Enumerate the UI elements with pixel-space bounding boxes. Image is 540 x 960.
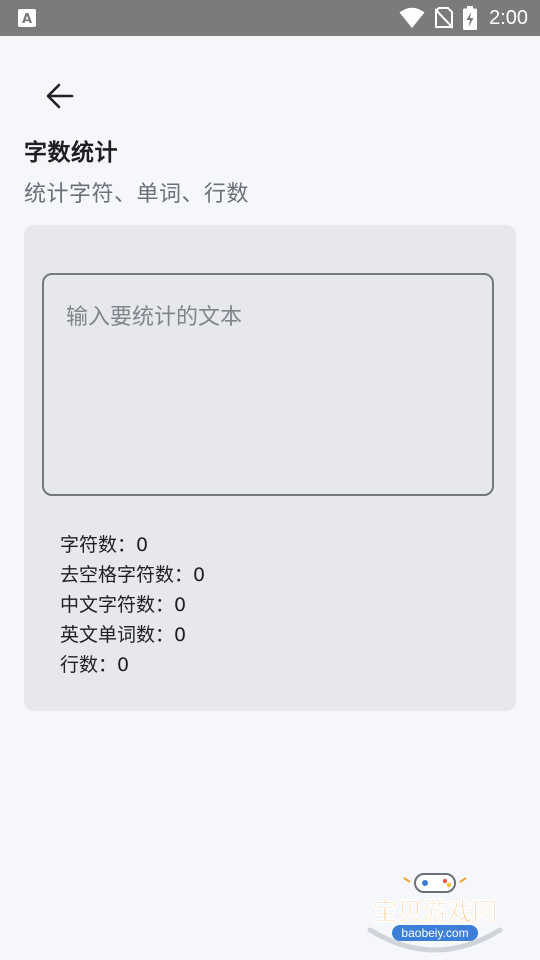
stat-label: 字符数： [60, 534, 137, 556]
wifi-icon [399, 7, 425, 28]
arrow-left-icon [46, 83, 74, 109]
stat-value: 0 [193, 564, 206, 586]
status-bar: A 2:00 [0, 0, 540, 36]
stat-value: 0 [136, 534, 149, 556]
status-time: 2:00 [489, 6, 528, 29]
battery-charging-icon [463, 6, 478, 30]
stat-lines: 行数： 0 [60, 650, 205, 680]
stat-characters-no-spaces: 去空格字符数： 0 [60, 560, 205, 590]
stat-label: 中文字符数： [60, 594, 175, 616]
stat-chinese-characters: 中文字符数： 0 [60, 590, 205, 620]
notification-a-icon: A [18, 9, 36, 27]
stat-label: 行数： [60, 654, 118, 676]
stats-list: 字符数： 0 去空格字符数： 0 中文字符数： 0 英文单词数： 0 行数： 0 [60, 530, 205, 680]
watermark-url: baobeiy.com [401, 926, 468, 940]
svg-text:A: A [22, 12, 32, 27]
stat-label: 英文单词数： [60, 624, 175, 646]
stat-label: 去空格字符数： [60, 564, 194, 586]
watermark-title: 宝贝游戏网 [372, 897, 497, 926]
watermark-logo: 宝贝游戏网 baobeiy.com [367, 873, 503, 953]
no-sim-icon [435, 7, 454, 29]
word-count-card: 字符数：0 去空格字符数：0 中文字符数：0 英文单词数：0 行数：0 [24, 225, 516, 711]
stat-value: 0 [117, 654, 130, 676]
back-button[interactable] [40, 78, 80, 114]
stat-english-words: 英文单词数： 0 [60, 620, 205, 650]
page-subtitle: 统计字符、单词、行数 [24, 182, 250, 207]
stat-value: 0 [174, 624, 187, 646]
stat-value: 0 [174, 594, 187, 616]
page-title: 字数统计 [24, 140, 118, 166]
stat-characters: 字符数： 0 [60, 530, 205, 560]
gamepad-icon [403, 873, 467, 893]
text-input[interactable] [42, 273, 494, 496]
